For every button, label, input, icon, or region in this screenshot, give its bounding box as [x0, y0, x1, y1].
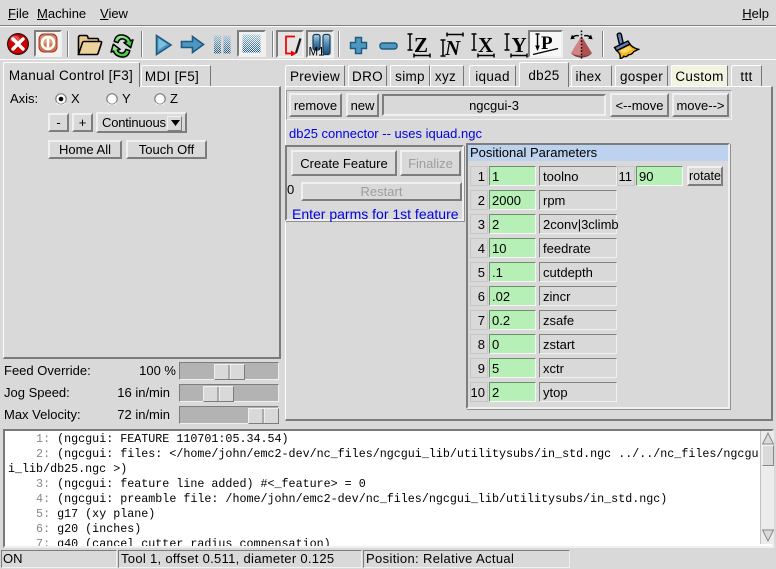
svg-text:X: X — [478, 33, 493, 57]
svg-text:P: P — [541, 33, 553, 54]
svg-text:N: N — [444, 36, 461, 58]
svg-text:M1: M1 — [309, 47, 325, 59]
svg-text:Y: Y — [512, 33, 527, 57]
svg-text:Z: Z — [414, 33, 428, 57]
